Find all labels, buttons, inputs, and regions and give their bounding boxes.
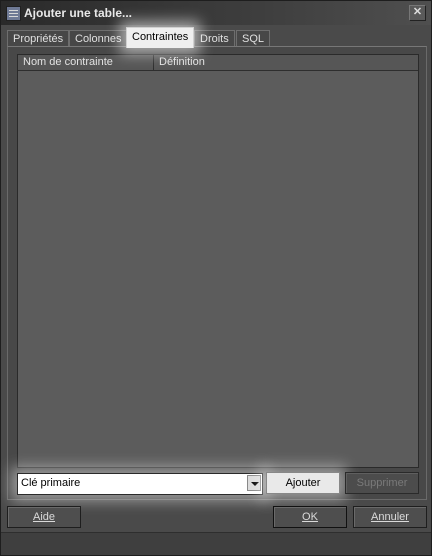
ok-button-label: OK xyxy=(302,511,318,523)
title-bar[interactable]: Ajouter une table... ✕ xyxy=(1,1,431,25)
help-button-label: Aide xyxy=(32,511,56,523)
status-bar xyxy=(1,533,431,555)
constraint-actions: Clé primaire Ajouter Supprimer xyxy=(8,472,426,495)
add-constraint-button[interactable]: Ajouter xyxy=(266,472,340,494)
delete-constraint-button[interactable]: Supprimer xyxy=(345,472,419,494)
constraints-list[interactable]: Nom de contrainte Définition xyxy=(17,54,419,468)
help-button[interactable]: Aide xyxy=(7,506,81,528)
window-title: Ajouter une table... xyxy=(24,6,133,20)
chevron-down-icon[interactable] xyxy=(247,475,261,491)
tab-constraints[interactable]: Contraintes xyxy=(126,27,195,48)
constraint-type-select[interactable]: Clé primaire xyxy=(17,473,263,495)
tab-bar: Propriétés Colonnes Contraintes Droits S… xyxy=(7,27,427,48)
cancel-button-label: Annuler xyxy=(371,511,409,523)
close-icon[interactable]: ✕ xyxy=(409,5,426,21)
add-table-dialog: Ajouter une table... ✕ Propriétés Colonn… xyxy=(0,0,432,556)
constraint-type-value: Clé primaire xyxy=(21,477,81,489)
table-icon xyxy=(6,6,21,21)
constraints-panel: Nom de contrainte Définition Clé primair… xyxy=(7,46,427,500)
ok-button[interactable]: OK xyxy=(273,506,347,528)
column-header-constraint-name[interactable]: Nom de contrainte xyxy=(18,55,154,70)
list-header: Nom de contrainte Définition xyxy=(18,55,418,71)
cancel-button[interactable]: Annuler xyxy=(353,506,427,528)
column-header-definition[interactable]: Définition xyxy=(154,55,418,70)
